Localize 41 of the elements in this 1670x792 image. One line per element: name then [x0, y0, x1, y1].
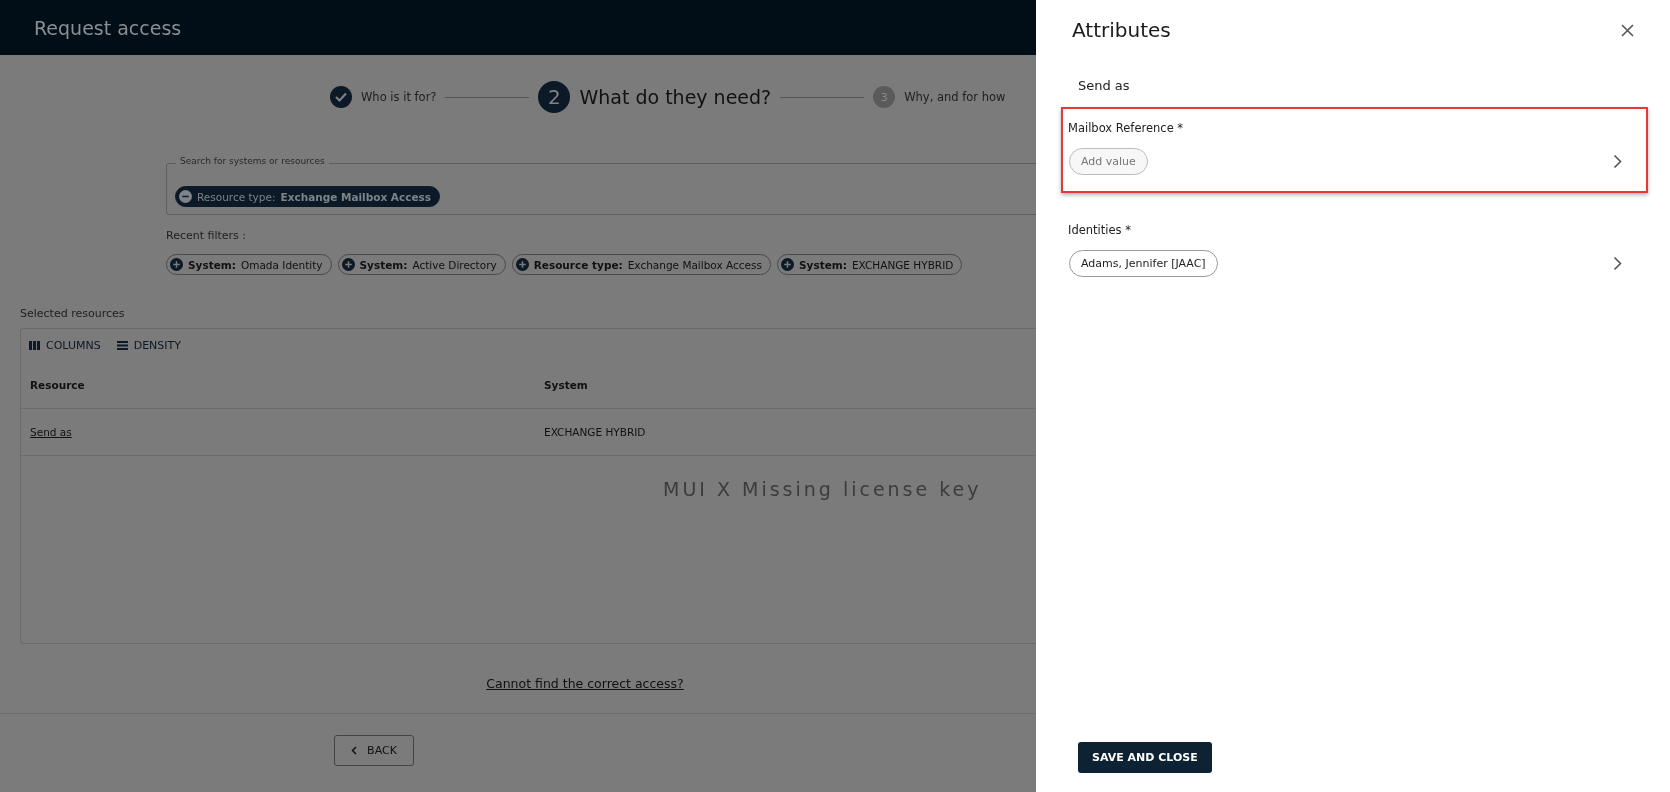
- step-indicator: 2: [538, 81, 571, 113]
- field-label: Identities *: [1068, 223, 1132, 237]
- chevron-right-icon: [1613, 154, 1622, 169]
- back-button[interactable]: BACK: [334, 735, 414, 766]
- drawer-title: Attributes: [1072, 18, 1171, 42]
- chevron-left-icon: [351, 746, 358, 755]
- column-header: System: [544, 378, 589, 391]
- save-and-close-button[interactable]: SAVE AND CLOSE: [1078, 742, 1212, 773]
- add-value-chip[interactable]: Add value: [1069, 148, 1148, 175]
- chevron-right-button[interactable]: [1613, 154, 1622, 169]
- license-notice: MUI X Missing license key: [663, 478, 983, 500]
- column-header: Resource: [30, 378, 86, 391]
- attribute-field[interactable]: Mailbox Reference * Add value: [1061, 107, 1648, 193]
- value-chip[interactable]: Adams, Jennifer [JAAC]: [1069, 250, 1218, 277]
- plus-circle-icon: [515, 258, 529, 271]
- page-title: Request access: [34, 16, 182, 39]
- density-icon: [116, 340, 128, 350]
- filter-chip[interactable]: Resource type: Exchange Mailbox Access: [175, 186, 441, 207]
- plus-circle-icon: [170, 258, 183, 271]
- table-cell-text: EXCHANGE HYBRID: [544, 426, 647, 438]
- resource-name: Send as: [1078, 78, 1131, 93]
- field-label: Search for systems or resources: [176, 156, 329, 166]
- step-label: Who is it for?: [361, 90, 437, 104]
- attribute-field[interactable]: Identities * Adams, Jennifer [JAAC]: [1061, 209, 1648, 295]
- step-label: What do they need?: [579, 86, 772, 108]
- columns-button[interactable]: COLUMNS: [29, 338, 101, 352]
- close-button[interactable]: [1621, 23, 1634, 37]
- density-button[interactable]: DENSITY: [116, 338, 181, 352]
- section-label: Selected resources: [20, 307, 126, 320]
- field-label: Mailbox Reference *: [1068, 121, 1185, 135]
- columns-icon: [29, 340, 40, 350]
- resource-link[interactable]: Send as: [30, 426, 72, 438]
- minus-circle-icon: [179, 190, 192, 203]
- check-icon: [335, 92, 347, 102]
- plus-circle-icon: [780, 258, 794, 271]
- chevron-right-button[interactable]: [1613, 256, 1622, 271]
- plus-circle-icon: [341, 258, 355, 271]
- close-icon: [1621, 23, 1634, 37]
- help-link[interactable]: Cannot find the correct access?: [486, 676, 684, 691]
- step-label: Why, and for how: [904, 90, 1006, 104]
- chevron-right-icon: [1613, 256, 1622, 271]
